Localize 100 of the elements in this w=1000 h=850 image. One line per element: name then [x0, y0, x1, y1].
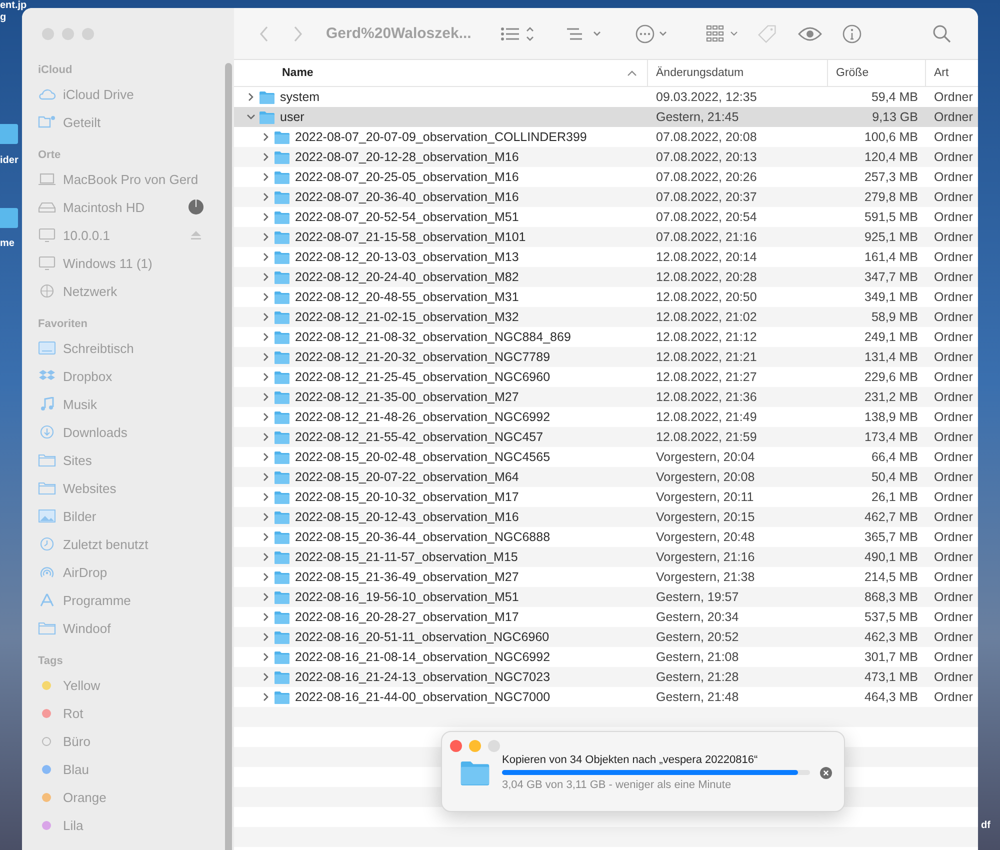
disclosure-chevron-icon[interactable] — [261, 172, 271, 182]
file-name: 2022-08-16_20-51-11_observation_NGC6960 — [295, 630, 550, 644]
clock-icon — [38, 537, 56, 551]
file-row[interactable]: 2022-08-15_20-12-43_observation_M16 Vorgestern, 20:15 462,7 MB Ordner — [234, 507, 978, 527]
column-header[interactable]: Name — [234, 60, 648, 86]
size-text: 229,6 MB — [864, 370, 918, 384]
file-row[interactable]: 2022-08-16_21-44-00_observation_NGC7000 Gestern, 21:48 464,3 MB Ordner — [234, 687, 978, 707]
column-header[interactable]: Art — [926, 60, 978, 86]
disclosure-chevron-icon[interactable] — [261, 132, 271, 142]
disclosure-chevron-icon[interactable] — [261, 352, 271, 362]
desktop-icon-label[interactable]: ent.jp — [0, 0, 27, 12]
disclosure-chevron-icon[interactable] — [261, 452, 271, 462]
file-row[interactable]: 2022-08-16_21-24-13_observation_NGC7023 Gestern, 21:28 473,1 MB Ordner — [234, 667, 978, 687]
date-text: 12.08.2022, 21:59 — [656, 430, 757, 444]
disclosure-chevron-icon[interactable] — [261, 212, 271, 222]
desktop-icon-label[interactable]: df — [981, 820, 990, 832]
disclosure-chevron-icon[interactable] — [261, 512, 271, 522]
disclosure-chevron-icon[interactable] — [246, 92, 256, 102]
file-row[interactable]: 2022-08-15_20-07-22_observation_M64 Vorgestern, 20:08 50,4 MB Ordner — [234, 467, 978, 487]
file-row[interactable]: 2022-08-12_21-20-32_observation_NGC7789 12.08.2022, 21:21 131,4 MB Ordner — [234, 347, 978, 367]
kind-text: Ordner — [934, 490, 973, 504]
file-row[interactable]: 2022-08-07_20-36-40_observation_M16 07.08.2022, 20:37 279,8 MB Ordner — [234, 187, 978, 207]
kind-text: Ordner — [934, 370, 973, 384]
disclosure-chevron-icon[interactable] — [261, 652, 271, 662]
file-row[interactable]: 2022-08-16_19-56-10_observation_M51 Gestern, 19:57 868,3 MB Ordner — [234, 587, 978, 607]
disclosure-chevron-icon[interactable] — [261, 392, 271, 402]
cancel-icon[interactable] — [820, 766, 832, 778]
disclosure-chevron-icon[interactable] — [261, 272, 271, 282]
disclosure-chevron-icon[interactable] — [261, 692, 271, 702]
disclosure-chevron-icon[interactable] — [261, 412, 271, 422]
file-row[interactable]: 2022-08-07_20-25-05_observation_M16 07.08.2022, 20:26 257,3 MB Ordner — [234, 167, 978, 187]
disclosure-chevron-icon[interactable] — [246, 112, 256, 122]
disclosure-chevron-icon[interactable] — [261, 152, 271, 162]
file-row[interactable]: 2022-08-12_20-48-55_observation_M31 12.08.2022, 20:50 349,1 MB Ordner — [234, 287, 978, 307]
file-name: system — [280, 90, 320, 104]
file-row[interactable]: 2022-08-12_21-48-26_observation_NGC6992 12.08.2022, 21:49 138,9 MB Ordner — [234, 407, 978, 427]
file-row[interactable]: 2022-08-12_20-24-40_observation_M82 12.08.2022, 20:28 347,7 MB Ordner — [234, 267, 978, 287]
file-row[interactable]: 2022-08-12_21-25-45_observation_NGC6960 12.08.2022, 21:27 229,6 MB Ordner — [234, 367, 978, 387]
desktop-icon-label[interactable]: ider — [0, 155, 18, 167]
file-row[interactable]: 2022-08-12_21-55-42_observation_NGC457 12.08.2022, 21:59 173,4 MB Ordner — [234, 427, 978, 447]
file-row[interactable]: 2022-08-12_21-08-32_observation_NGC884_869 12.08.2022, 21:12 249,1 MB Ordner — [234, 327, 978, 347]
file-row[interactable]: 2022-08-15_20-02-48_observation_NGC4565 Vorgestern, 20:04 66,4 MB Ordner — [234, 447, 978, 467]
disclosure-chevron-icon[interactable] — [261, 312, 271, 322]
disclosure-chevron-icon[interactable] — [261, 672, 271, 682]
file-name: 2022-08-07_20-52-54_observation_M51 — [295, 210, 519, 224]
file-row[interactable]: 2022-08-15_21-36-49_observation_M27 Vorgestern, 21:38 214,5 MB Ordner — [234, 567, 978, 587]
disclosure-chevron-icon[interactable] — [261, 432, 271, 442]
close-button[interactable] — [450, 740, 462, 752]
info-icon[interactable] — [842, 24, 862, 44]
file-row[interactable]: 2022-08-07_20-12-28_observation_M16 07.08.2022, 20:13 120,4 MB Ordner — [234, 147, 978, 167]
file-row[interactable]: system 09.03.2022, 12:35 59,4 MB Ordner — [234, 87, 978, 107]
sidebar-scrollbar[interactable] — [225, 63, 232, 850]
date-text: Gestern, 19:57 — [656, 590, 739, 604]
file-row[interactable]: 2022-08-12_20-13-03_observation_M13 12.08.2022, 20:14 161,4 MB Ordner — [234, 247, 978, 267]
disclosure-chevron-icon[interactable] — [261, 292, 271, 302]
file-row[interactable]: 2022-08-12_21-02-15_observation_M32 12.08.2022, 21:02 58,9 MB Ordner — [234, 307, 978, 327]
disclosure-chevron-icon[interactable] — [261, 632, 271, 642]
disclosure-chevron-icon[interactable] — [261, 532, 271, 542]
file-row[interactable]: 2022-08-07_20-07-09_observation_COLLINDER399 07.08.2022, 20:08 100,6 MB Ordner — [234, 127, 978, 147]
file-name: 2022-08-07_20-12-28_observation_M16 — [295, 150, 519, 164]
column-header[interactable]: Größe — [828, 60, 926, 86]
disclosure-chevron-icon[interactable] — [261, 552, 271, 562]
file-row[interactable]: 2022-08-16_20-28-27_observation_M17 Gestern, 20:34 537,5 MB Ordner — [234, 607, 978, 627]
file-name: 2022-08-16_20-28-27_observation_M17 — [295, 610, 519, 624]
file-name: 2022-08-16_21-44-00_observation_NGC7000 — [295, 690, 550, 704]
desktop-icon-label[interactable]: me — [0, 238, 14, 250]
file-row[interactable]: 2022-08-15_20-10-32_observation_M17 Vorgestern, 20:11 26,1 MB Ordner — [234, 487, 978, 507]
column-header[interactable]: Änderungsdatum — [648, 60, 828, 86]
disclosure-chevron-icon[interactable] — [261, 472, 271, 482]
date-text: 07.08.2022, 20:54 — [656, 210, 757, 224]
disclosure-chevron-icon[interactable] — [261, 572, 271, 582]
date-text: 12.08.2022, 21:21 — [656, 350, 757, 364]
file-row[interactable]: 2022-08-16_20-51-11_observation_NGC6960 Gestern, 20:52 462,3 MB Ordner — [234, 627, 978, 647]
disclosure-chevron-icon[interactable] — [261, 592, 271, 602]
kind-text: Ordner — [934, 590, 973, 604]
disclosure-chevron-icon[interactable] — [261, 332, 271, 342]
date-text: 12.08.2022, 20:14 — [656, 250, 757, 264]
file-row[interactable]: 2022-08-07_20-52-54_observation_M51 07.08.2022, 20:54 591,5 MB Ordner — [234, 207, 978, 227]
selected-row[interactable]: user Gestern, 21:45 9,13 GB Ordner — [234, 107, 978, 127]
file-row[interactable]: 2022-08-16_21-08-14_observation_NGC6992 Gestern, 21:08 301,7 MB Ordner — [234, 647, 978, 667]
size-text: 131,4 MB — [864, 350, 918, 364]
file-row[interactable]: 2022-08-07_21-15-58_observation_M101 07.08.2022, 21:16 925,1 MB Ordner — [234, 227, 978, 247]
desktop-icon-label[interactable]: g — [0, 12, 6, 24]
disclosure-chevron-icon[interactable] — [261, 252, 271, 262]
file-row[interactable]: 2022-08-12_21-35-00_observation_M27 12.08.2022, 21:36 231,2 MB Ordner — [234, 387, 978, 407]
file-row[interactable]: 2022-08-15_20-36-44_observation_NGC6888 Vorgestern, 20:48 365,7 MB Ordner — [234, 527, 978, 547]
search-icon[interactable] — [932, 24, 952, 44]
file-row[interactable]: 2022-08-15_21-11-57_observation_M15 Vorgestern, 21:16 490,1 MB Ordner — [234, 547, 978, 567]
disclosure-chevron-icon[interactable] — [261, 372, 271, 382]
disclosure-chevron-icon[interactable] — [261, 232, 271, 242]
date-text: Vorgestern, 20:11 — [656, 490, 754, 504]
disclosure-chevron-icon[interactable] — [261, 612, 271, 622]
disclosure-chevron-icon[interactable] — [261, 492, 271, 502]
file-name: 2022-08-12_20-24-40_observation_M82 — [295, 270, 519, 284]
file-name: 2022-08-12_21-35-00_observation_M27 — [295, 390, 519, 404]
kind-text: Ordner — [934, 690, 973, 704]
music-note-icon — [38, 397, 56, 411]
kind-text: Ordner — [934, 610, 973, 624]
disclosure-chevron-icon[interactable] — [261, 192, 271, 202]
sidebar-section-title: Orte — [38, 148, 62, 163]
